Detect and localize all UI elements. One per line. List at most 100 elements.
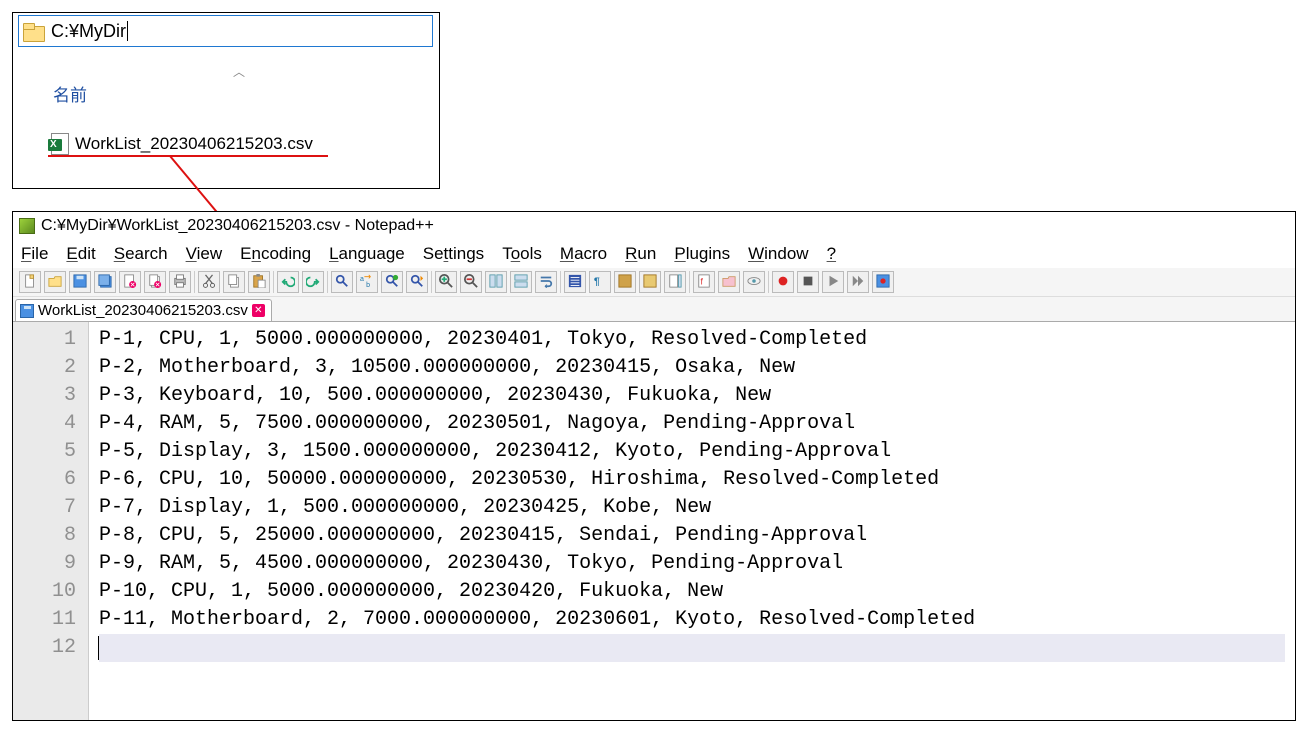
menu-plugins[interactable]: Plugins	[674, 244, 730, 264]
sync-h-button[interactable]	[510, 271, 532, 293]
zoom-out-icon	[464, 274, 478, 291]
code-line[interactable]: P-4, RAM, 5, 7500.000000000, 20230501, N…	[99, 410, 1285, 438]
code-line[interactable]: P-1, CPU, 1, 5000.000000000, 20230401, T…	[99, 326, 1285, 354]
toolbar-separator	[689, 271, 690, 293]
tab-worklist[interactable]: WorkList_20230406215203.csv ✕	[15, 299, 272, 321]
code-line[interactable]: P-11, Motherboard, 2, 7000.000000000, 20…	[99, 606, 1285, 634]
indent-guide-icon	[568, 274, 582, 291]
code-line[interactable]	[99, 634, 1285, 662]
toolbar-separator	[327, 271, 328, 293]
open-button[interactable]	[44, 271, 66, 293]
menu-encoding[interactable]: Encoding	[240, 244, 311, 264]
function-list-button[interactable]: f	[693, 271, 715, 293]
line-number-gutter: 123456789101112	[13, 322, 89, 720]
file-name: WorkList_20230406215203.csv	[75, 134, 313, 154]
record-icon	[776, 274, 790, 291]
doc-map-icon	[668, 274, 682, 291]
code-line[interactable]: P-8, CPU, 5, 25000.000000000, 20230415, …	[99, 522, 1285, 550]
toolbar-separator	[273, 271, 274, 293]
toolbar-separator	[768, 271, 769, 293]
menu-search[interactable]: Search	[114, 244, 168, 264]
redo-icon	[306, 274, 320, 291]
menu-tools[interactable]: Tools	[502, 244, 542, 264]
find-replace-button[interactable]: ab	[356, 271, 378, 293]
code-line[interactable]: P-7, Display, 1, 500.000000000, 20230425…	[99, 494, 1285, 522]
doc-map-button[interactable]	[664, 271, 686, 293]
menu-edit[interactable]: Edit	[66, 244, 95, 264]
save-macro-button[interactable]	[872, 271, 894, 293]
menu-macro[interactable]: Macro	[560, 244, 607, 264]
code-line[interactable]: P-9, RAM, 5, 4500.000000000, 20230430, T…	[99, 550, 1285, 578]
toolbar: ab ¶ f	[13, 268, 1295, 296]
text-caret	[127, 21, 128, 41]
all-chars-button[interactable]: ¶	[589, 271, 611, 293]
title-bar[interactable]: C:¥MyDir¥WorkList_20230406215203.csv - N…	[13, 212, 1295, 240]
toolbar-separator	[560, 271, 561, 293]
close-all-button[interactable]	[144, 271, 166, 293]
close-all-icon	[148, 274, 162, 291]
folder-button[interactable]	[718, 271, 740, 293]
find-in-files-icon	[385, 274, 399, 291]
undo-icon	[281, 274, 295, 291]
eye-button[interactable]	[743, 271, 765, 293]
play-icon	[826, 274, 840, 291]
wrap-button[interactable]	[535, 271, 557, 293]
menu-help[interactable]: ?	[827, 244, 836, 264]
menu-view[interactable]: View	[186, 244, 223, 264]
menu-file[interactable]: File	[21, 244, 48, 264]
zoom-in-icon	[439, 274, 453, 291]
file-row[interactable]: WorkList_20230406215203.csv	[51, 133, 313, 155]
fold-button[interactable]	[614, 271, 636, 293]
play-multi-button[interactable]	[847, 271, 869, 293]
record-button[interactable]	[772, 271, 794, 293]
find-icon	[335, 274, 349, 291]
folder-icon	[23, 23, 45, 40]
cut-button[interactable]	[198, 271, 220, 293]
menu-window[interactable]: Window	[748, 244, 808, 264]
code-line[interactable]: P-10, CPU, 1, 5000.000000000, 20230420, …	[99, 578, 1285, 606]
toolbar-separator	[431, 271, 432, 293]
save-button[interactable]	[69, 271, 91, 293]
find-next-button[interactable]	[406, 271, 428, 293]
line-number: 9	[13, 550, 76, 578]
paste-button[interactable]	[248, 271, 270, 293]
zoom-in-button[interactable]	[435, 271, 457, 293]
paste-icon	[252, 274, 266, 291]
zoom-out-button[interactable]	[460, 271, 482, 293]
redo-button[interactable]	[302, 271, 324, 293]
column-header-label: 名前	[53, 81, 87, 106]
play-multi-icon	[851, 274, 865, 291]
code-line[interactable]: P-5, Display, 3, 1500.000000000, 2023041…	[99, 438, 1285, 466]
close-button[interactable]	[119, 271, 141, 293]
stop-button[interactable]	[797, 271, 819, 293]
copy-button[interactable]	[223, 271, 245, 293]
line-number: 10	[13, 578, 76, 606]
excel-file-icon	[51, 133, 69, 155]
new-button[interactable]	[19, 271, 41, 293]
menu-language[interactable]: Language	[329, 244, 405, 264]
fold-icon	[618, 274, 632, 291]
menu-run[interactable]: Run	[625, 244, 656, 264]
column-header-name[interactable]: 名前	[53, 81, 87, 106]
find-in-files-button[interactable]	[381, 271, 403, 293]
code-line[interactable]: P-6, CPU, 10, 50000.000000000, 20230530,…	[99, 466, 1285, 494]
unfold-button[interactable]	[639, 271, 661, 293]
code-line[interactable]: P-3, Keyboard, 10, 500.000000000, 202304…	[99, 382, 1285, 410]
code-area[interactable]: P-1, CPU, 1, 5000.000000000, 20230401, T…	[89, 322, 1295, 720]
play-button[interactable]	[822, 271, 844, 293]
print-button[interactable]	[169, 271, 191, 293]
sync-v-button[interactable]	[485, 271, 507, 293]
save-all-button[interactable]	[94, 271, 116, 293]
sync-v-icon	[489, 274, 503, 291]
path-input[interactable]: C:¥MyDir	[18, 15, 433, 47]
undo-button[interactable]	[277, 271, 299, 293]
close-icon	[123, 274, 137, 291]
print-icon	[173, 274, 187, 291]
code-line[interactable]: P-2, Motherboard, 3, 10500.000000000, 20…	[99, 354, 1285, 382]
svg-text:a: a	[360, 276, 364, 283]
indent-guide-button[interactable]	[564, 271, 586, 293]
find-button[interactable]	[331, 271, 353, 293]
menu-settings[interactable]: Settings	[423, 244, 484, 264]
line-number: 4	[13, 410, 76, 438]
tab-close-icon[interactable]: ✕	[252, 304, 265, 317]
